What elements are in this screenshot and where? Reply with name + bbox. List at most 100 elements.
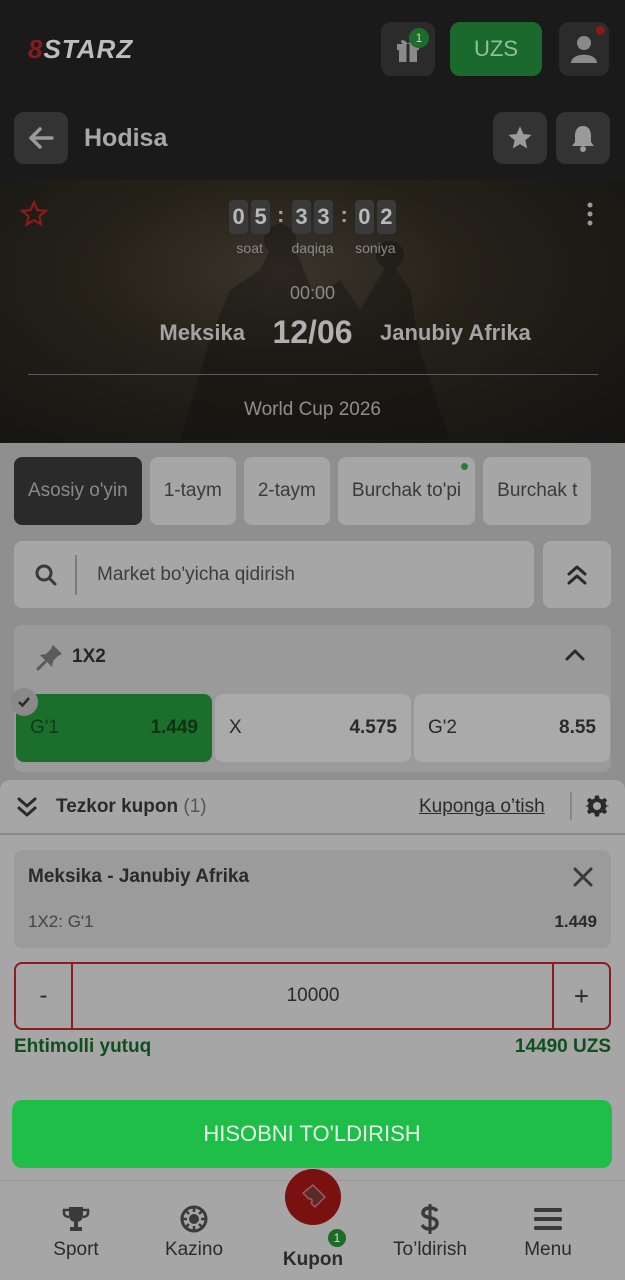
timer-separator: : — [277, 202, 285, 227]
arrow-left-icon — [29, 127, 54, 149]
odd-button-home[interactable]: G'1 1.449 — [10, 688, 212, 762]
tab-first-half[interactable]: 1-taym — [149, 457, 236, 525]
gift-button[interactable]: 1 — [381, 22, 435, 76]
double-chevron-down-icon[interactable] — [16, 795, 38, 819]
check-icon — [10, 688, 38, 716]
favorite-button[interactable] — [493, 112, 547, 164]
timer-digit: 2 — [376, 200, 396, 234]
coupon-title-text: Tezkor kupon — [56, 796, 179, 817]
search-icon — [35, 564, 57, 586]
potential-win-value: 14490 UZS — [514, 1036, 611, 1057]
market-search[interactable]: Market bo'yicha qidirish — [14, 541, 534, 608]
tab-label: Burchak to'pi — [351, 480, 462, 501]
tab-corners-more[interactable]: Burchak t — [483, 457, 592, 525]
coupon-count-badge: 1 — [326, 1227, 348, 1249]
quick-coupon-sheet: Tezkor kupon (1) Kuponga o’tish Meksika … — [0, 780, 625, 1180]
market-group-tabs: Asosiy o'yin 1-taym 2-taym Burchak to'pi… — [14, 457, 625, 525]
tab-main-game[interactable]: Asosiy o'yin — [14, 457, 142, 525]
trophy-icon — [62, 1207, 90, 1231]
user-icon — [571, 36, 597, 63]
bet-odd: 1.449 — [554, 912, 597, 931]
notifications-button[interactable] — [556, 112, 610, 164]
nav-casino-label: Kazino — [164, 1239, 224, 1260]
live-dot — [461, 463, 469, 470]
pin-icon[interactable] — [36, 643, 64, 671]
timer-digit: 0 — [229, 200, 249, 234]
away-team-name: Janubiy Afrika — [380, 320, 531, 345]
countdown-seconds: 02 soniya — [354, 200, 396, 256]
back-button[interactable] — [14, 112, 68, 164]
search-input[interactable]: Market bo'yicha qidirish — [97, 564, 295, 586]
odd-button-draw[interactable]: X 4.575 — [215, 694, 411, 762]
market-title: 1X2 — [72, 646, 106, 667]
logo-text: STARZ — [43, 34, 134, 64]
odd-label: X — [229, 717, 242, 738]
hero-divider — [28, 374, 598, 375]
nav-casino[interactable]: Kazino — [139, 1181, 249, 1280]
logo-prefix: 8 — [28, 34, 44, 64]
timer-digit: 5 — [251, 200, 271, 234]
notification-dot — [596, 26, 605, 35]
timer-label: soat — [236, 240, 263, 256]
nav-deposit[interactable]: To’ldirish — [375, 1181, 485, 1280]
countdown-timer: 05 soat : 33 daqiqa : 02 soniya — [0, 200, 625, 256]
casino-chip-icon — [180, 1205, 208, 1233]
timer-label: daqiqa — [291, 240, 334, 256]
countdown-hours: 05 soat — [229, 200, 271, 256]
brand-logo[interactable]: 8STARZ — [28, 34, 133, 65]
bell-icon — [572, 126, 594, 152]
top-bar: 8STARZ 1 UZS — [0, 0, 625, 98]
go-to-coupon-link[interactable]: Kuponga o’tish — [419, 796, 545, 818]
odd-label: G'2 — [428, 717, 457, 738]
match-date: 12/06 — [272, 314, 353, 350]
chevron-up-icon[interactable] — [564, 647, 586, 663]
nav-deposit-label: To’ldirish — [393, 1239, 467, 1260]
profile-button[interactable] — [559, 22, 609, 76]
odd-button-away[interactable]: G'2 8.55 — [414, 694, 610, 762]
tournament-name[interactable]: World Cup 2026 — [0, 399, 625, 421]
nav-coupon-button[interactable] — [285, 1169, 341, 1225]
page-header: Hodisa — [0, 98, 625, 180]
bet-market: 1X2: G'1 — [28, 912, 94, 931]
header-divider — [570, 792, 572, 820]
timer-digit: 0 — [354, 200, 374, 234]
stake-stepper: - 10000 + — [14, 962, 611, 1030]
timer-label: soniya — [355, 240, 396, 256]
odd-value: 8.55 — [559, 717, 596, 738]
match-time: 00:00 — [289, 283, 336, 303]
tab-second-half[interactable]: 2-taym — [243, 457, 330, 525]
stake-input[interactable]: 10000 — [73, 964, 553, 1028]
close-icon[interactable] — [572, 866, 594, 888]
star-icon — [508, 126, 532, 149]
stake-increase-button[interactable]: + — [552, 964, 609, 1028]
potential-win-label: Ehtimolli yutuq — [14, 1036, 152, 1057]
market-1x2: 1X2 G'1 1.449 X 4.575 G'2 8.55 — [10, 625, 611, 772]
odd-value: 4.575 — [349, 717, 397, 738]
gift-badge: 1 — [409, 28, 429, 48]
bet-slip-item: Meksika - Janubiy Afrika 1X2: G'1 1.449 — [14, 850, 611, 948]
bet-match-name: Meksika - Janubiy Afrika — [28, 866, 250, 887]
collapse-all-button[interactable] — [543, 541, 611, 608]
ticket-icon — [301, 1183, 327, 1209]
page-title: Hodisa — [84, 124, 168, 152]
countdown-minutes: 33 daqiqa — [291, 200, 334, 256]
hamburger-menu-icon — [534, 1208, 562, 1230]
tab-corners[interactable]: Burchak to'pi — [337, 457, 476, 525]
timer-digit: 3 — [291, 200, 311, 234]
odd-label: G'1 — [30, 717, 59, 738]
odd-value: 1.449 — [150, 717, 198, 738]
nav-sport[interactable]: Sport — [21, 1181, 131, 1280]
nav-menu-label: Menu — [524, 1239, 572, 1260]
coupon-count: (1) — [183, 796, 207, 817]
coupon-title: Tezkor kupon (1) — [56, 796, 207, 818]
double-chevron-up-icon — [567, 565, 587, 584]
nav-sport-label: Sport — [53, 1239, 99, 1260]
timer-separator: : — [340, 202, 348, 227]
currency-button[interactable]: UZS — [450, 22, 542, 76]
timer-digit: 3 — [313, 200, 333, 234]
gear-icon[interactable] — [585, 794, 609, 818]
deposit-button[interactable]: HISOBNI TO'LDIRISH — [12, 1100, 612, 1168]
nav-menu[interactable]: Menu — [493, 1181, 603, 1280]
dollar-icon — [420, 1204, 439, 1234]
stake-decrease-button[interactable]: - — [16, 964, 73, 1028]
